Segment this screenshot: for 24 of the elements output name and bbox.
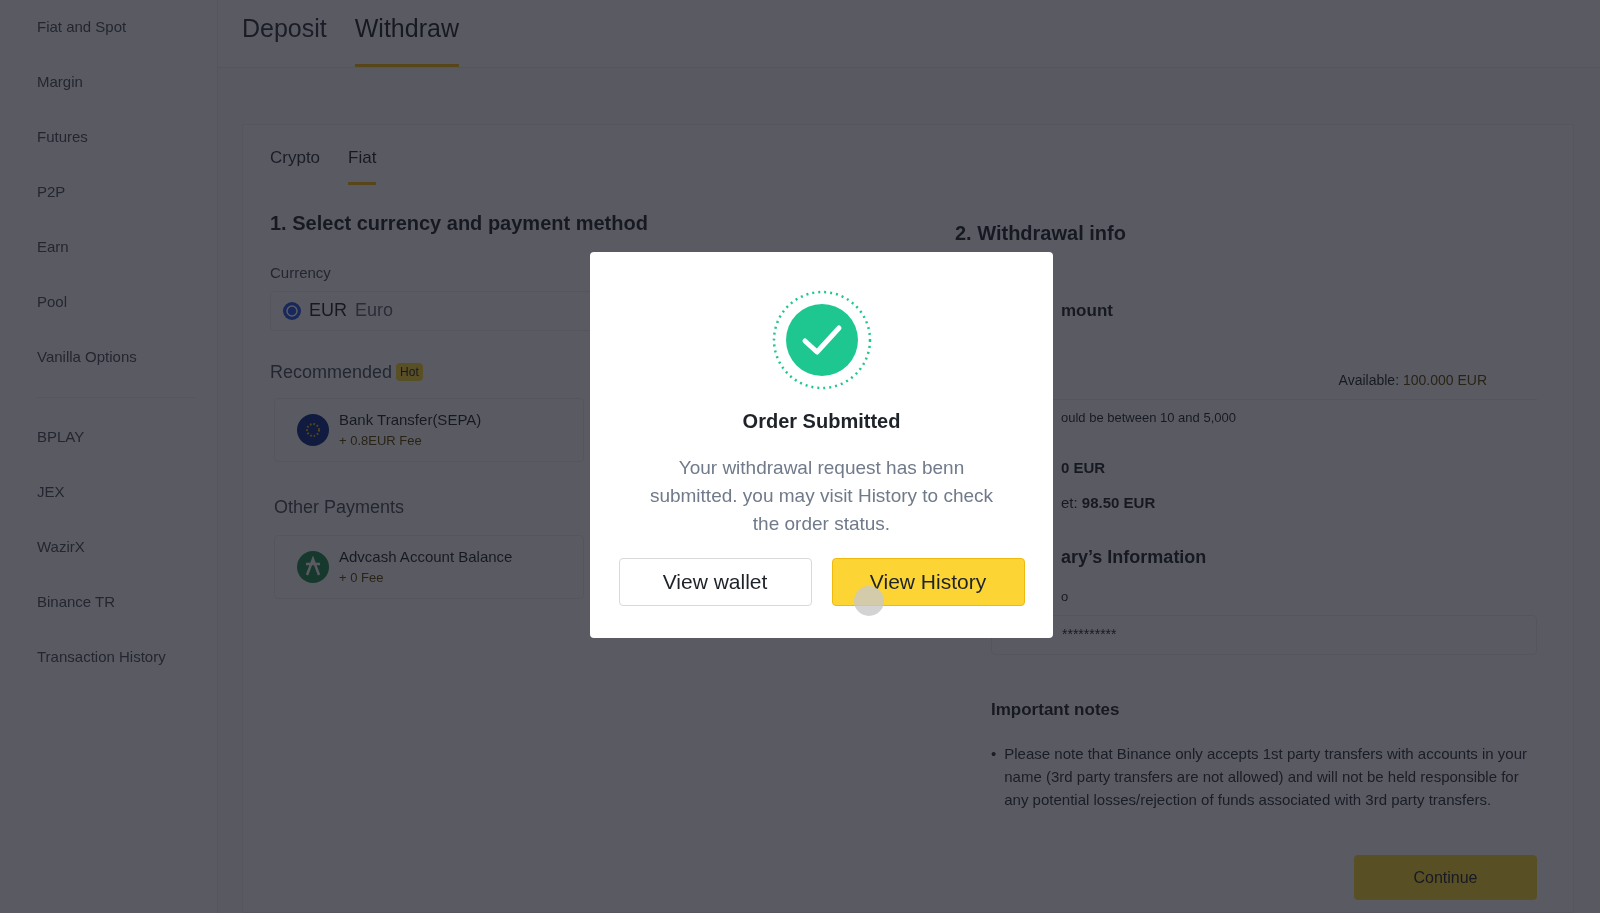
method-fee: + 0.8EUR Fee	[339, 432, 422, 450]
view-history-button[interactable]: View History	[831, 558, 1025, 606]
tab[interactable]: Crypto	[270, 145, 321, 185]
section-title: 1. Select currency and payment method	[270, 211, 649, 236]
modal-title: Order Submitted	[742, 409, 901, 434]
field-label: mount	[1061, 300, 1114, 322]
section-heading: ary’s Information	[1061, 546, 1208, 569]
hint-text: ould be between 10 and 5,000	[1061, 408, 1237, 427]
tab[interactable]: Deposit	[242, 0, 327, 67]
field-label: o	[1061, 588, 1070, 606]
method-name: Advcash Account Balance	[339, 546, 513, 567]
method-name: Bank Transfer(SEPA)	[339, 409, 482, 430]
note-text: Please note that Binance only accepts 1st party transfers with accounts in your name (3rd party transfers are not allowed) and will not be held responsible for any potential losses/rejection of funds associated with 3rd party transfers.	[1004, 744, 1529, 810]
notes-title: Important notes	[991, 698, 1121, 721]
modal-message: Your withdrawal request has benn submitted. you may visit History to check the order status.	[648, 456, 995, 536]
bullet: •	[991, 744, 997, 764]
currency-code: EUR	[309, 299, 347, 322]
available-balance: Available: 100.000 EUR	[1338, 370, 1487, 390]
receive-amount: et: 98.50 EUR	[1061, 492, 1157, 513]
fee-amount: 0 EUR	[1061, 458, 1107, 478]
view-wallet-button[interactable]: View wallet	[618, 558, 812, 606]
section-title: 2. Withdrawal info	[955, 221, 1127, 246]
success-check-icon	[771, 290, 872, 390]
method-fee: + 0 Fee	[339, 569, 384, 587]
